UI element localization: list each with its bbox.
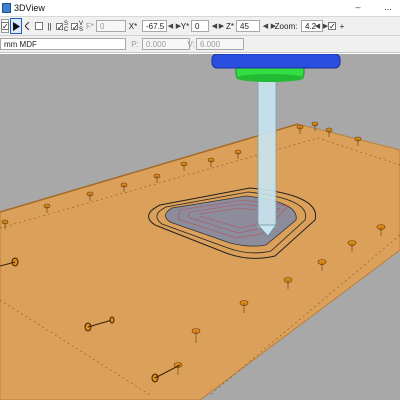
- checkbox-button[interactable]: [1, 19, 9, 33]
- c-label: C: [63, 26, 69, 33]
- v-label: V:: [187, 39, 195, 49]
- board-top: [0, 123, 400, 400]
- y-input[interactable]: 0: [191, 20, 209, 32]
- mode-checkbox[interactable]: [1, 22, 9, 30]
- zoom-lock-checkbox-box[interactable]: [328, 22, 336, 30]
- spindle-blue-housing: [211, 54, 341, 69]
- play-icon: [12, 21, 20, 31]
- spindle-green-bottom: [236, 74, 304, 82]
- v-checkbox[interactable]: [70, 23, 78, 30]
- feed-input[interactable]: 0: [96, 20, 126, 32]
- chevron-left-icon: [24, 22, 29, 30]
- play-button[interactable]: [10, 18, 22, 34]
- s2-label: S: [78, 26, 83, 33]
- z-label: Z*: [226, 21, 234, 31]
- toggle-checkbox[interactable]: [34, 21, 44, 31]
- scene-drawing: [0, 54, 400, 400]
- p-label: P:: [131, 39, 139, 49]
- material-input[interactable]: mm MDF: [0, 38, 126, 50]
- s-c-labels: S C: [64, 21, 68, 33]
- minimize-button[interactable]: –: [350, 0, 366, 17]
- f-label: F*: [86, 21, 94, 31]
- p-input[interactable]: 0.000: [142, 38, 190, 50]
- v-input[interactable]: 6.000: [196, 38, 244, 50]
- pause-button[interactable]: ||: [45, 20, 54, 32]
- v-s-labels: V S: [79, 21, 83, 33]
- material-bar: mm MDF P: 0.000 V: 6.000: [0, 36, 400, 53]
- add-button[interactable]: +: [338, 20, 346, 32]
- window-title: 3DView: [14, 3, 45, 13]
- tool-shaft: [257, 75, 277, 229]
- y-label: Y*: [180, 21, 190, 31]
- title-bar: 3DView – ...: [0, 0, 400, 17]
- toolbar: || S C V S F* 0 X* -67.5 ◀ ▶ Y* 0 ◀ ▶ Z*…: [0, 17, 400, 36]
- toggle-checkbox-box[interactable]: [35, 22, 43, 30]
- app-icon: [2, 3, 11, 13]
- 3d-viewport[interactable]: [0, 54, 400, 400]
- zoom-lock-checkbox[interactable]: [327, 21, 337, 31]
- x-label: X*: [128, 21, 138, 31]
- zoom-label: Zoom:: [274, 21, 298, 31]
- v-s-checkboxes[interactable]: V S: [70, 19, 84, 34]
- step-back-button[interactable]: [23, 20, 31, 32]
- more-options-button[interactable]: ...: [380, 0, 396, 17]
- z-input[interactable]: 45: [236, 20, 260, 32]
- x-input[interactable]: -67.5: [142, 20, 167, 32]
- s-c-checkboxes[interactable]: S C: [55, 19, 69, 34]
- s-checkbox[interactable]: [55, 23, 63, 30]
